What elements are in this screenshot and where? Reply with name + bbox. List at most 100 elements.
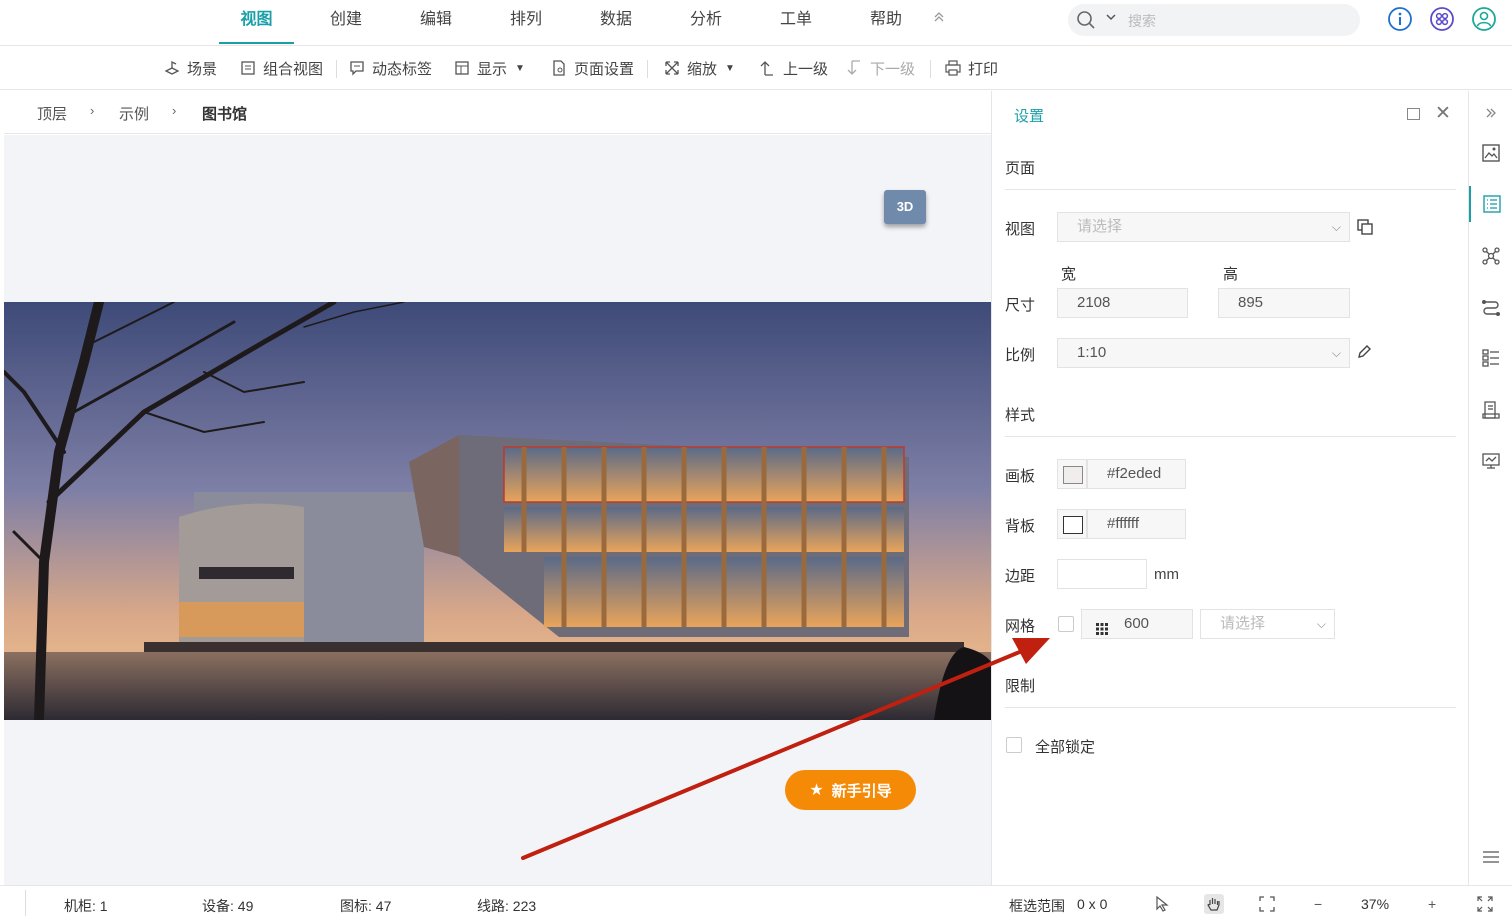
canvas-color-input[interactable]: #f2eded [1087, 459, 1186, 489]
grid-type-select[interactable]: 请选择 ⌵ [1200, 609, 1335, 639]
divider [1005, 436, 1456, 437]
scale-select[interactable]: 1:10 ⌵ [1057, 338, 1350, 368]
canvas-color-label: 画板 [1005, 468, 1036, 485]
hand-pan-icon[interactable] [1204, 894, 1224, 914]
up-level-button[interactable]: 上一级 [759, 56, 828, 80]
tag-icon [350, 61, 364, 76]
copy-icon[interactable] [1356, 218, 1374, 239]
3d-button[interactable]: 3D [884, 190, 926, 224]
combo-view-label: 组合视图 [263, 60, 324, 78]
scene-label: 场景 [187, 60, 218, 78]
height-input[interactable]: 895 [1218, 288, 1350, 318]
divider [1005, 189, 1456, 190]
scene-button[interactable]: 场景 [163, 56, 217, 80]
zoom-label: 缩放 [687, 60, 718, 78]
width-input[interactable]: 2108 [1057, 288, 1188, 318]
topology-icon[interactable] [1469, 238, 1512, 274]
tree-list-icon[interactable] [1469, 340, 1512, 376]
up-level-label: 上一级 [783, 60, 829, 78]
tab-workorder[interactable]: 工单 [766, 0, 826, 44]
beginner-guide-label: 新手引导 [831, 782, 892, 800]
zoom-level: 37% [1361, 896, 1390, 912]
image-icon[interactable] [1469, 135, 1512, 171]
caret-down-icon: ▼ [515, 62, 525, 74]
chevron-down-icon: ⌵ [1316, 617, 1326, 631]
combo-view-button[interactable]: 组合视图 [239, 56, 323, 80]
chevron-down-icon[interactable] [1106, 13, 1116, 24]
grid-size-input[interactable]: 600 [1081, 609, 1193, 639]
search-input[interactable]: 搜索 [1128, 11, 1156, 31]
width-label: 宽 [1061, 266, 1077, 283]
close-icon[interactable]: ✕ [1435, 102, 1451, 125]
margin-label: 边距 [1005, 568, 1036, 585]
app-grid-icon[interactable] [1429, 6, 1455, 32]
display-dropdown[interactable]: 显示 ▼ [453, 56, 525, 80]
margin-unit: mm [1154, 566, 1179, 583]
canvas-color-chip [1063, 466, 1083, 484]
backboard-color-input[interactable]: #ffffff [1087, 509, 1186, 539]
zoom-out-button[interactable]: − [1314, 896, 1322, 912]
canvas-color-swatch[interactable] [1057, 459, 1087, 489]
tab-help[interactable]: 帮助 [856, 0, 916, 44]
select-range-value: 0 x 0 [1077, 896, 1108, 912]
status-divider [25, 890, 26, 916]
scale-select-value: 1:10 [1077, 344, 1107, 361]
select-range-label: 框选范围 [1009, 898, 1065, 914]
list-icon[interactable] [1469, 186, 1512, 222]
tab-view[interactable]: 视图 [219, 0, 294, 44]
fit-screen-icon[interactable] [1257, 894, 1277, 914]
cabinet-count: 机柜: 1 [64, 898, 108, 914]
collapse-right-icon[interactable] [1469, 95, 1512, 131]
print-icon [945, 60, 961, 76]
lock-all-checkbox[interactable] [1006, 737, 1022, 753]
star-icon: ★ [809, 782, 824, 799]
breadcrumb-separator: › [90, 103, 95, 118]
tab-edit[interactable]: 编辑 [406, 0, 466, 44]
page-settings-button[interactable]: 页面设置 [550, 56, 634, 80]
breadcrumb-item-top[interactable]: 顶层 [37, 103, 67, 124]
section-style-title: 样式 [1005, 407, 1036, 424]
grid-label: 网格 [1005, 618, 1036, 635]
breadcrumb-item-example[interactable]: 示例 [119, 103, 149, 124]
tab-arrange[interactable]: 排列 [496, 0, 556, 44]
view-select[interactable]: 请选择 ⌵ [1057, 212, 1350, 242]
size-label: 尺寸 [1005, 297, 1036, 314]
divider [1005, 707, 1456, 708]
edit-pencil-icon[interactable] [1356, 344, 1372, 363]
info-icon[interactable] [1387, 6, 1413, 32]
zoom-dropdown[interactable]: 缩放 ▼ [663, 56, 735, 80]
fullscreen-icon[interactable] [1475, 894, 1495, 914]
tab-data[interactable]: 数据 [586, 0, 646, 44]
combo-view-icon [241, 61, 255, 75]
user-icon[interactable] [1471, 6, 1497, 32]
menu-icon[interactable] [1469, 839, 1512, 875]
page-settings-label: 页面设置 [574, 60, 635, 78]
zoom-in-button[interactable]: + [1428, 896, 1436, 912]
grid-size-value: 600 [1124, 615, 1150, 632]
view-label: 视图 [1005, 221, 1036, 238]
search-box[interactable]: 搜索 [1068, 4, 1360, 36]
maximize-icon[interactable] [1407, 108, 1420, 120]
grid-checkbox[interactable] [1058, 616, 1074, 632]
dynamic-tag-button[interactable]: 动态标签 [348, 56, 432, 80]
grid-icon [1096, 617, 1108, 645]
backboard-color-swatch[interactable] [1057, 509, 1087, 539]
down-level-button[interactable]: 下一级 [846, 56, 915, 80]
collapse-up-icon[interactable] [933, 10, 949, 30]
route-icon[interactable] [1469, 289, 1512, 325]
tab-create[interactable]: 创建 [316, 0, 376, 44]
settings-panel: 设置 ✕ 页面 视图 请选择 ⌵ 宽 高 尺寸 2108 895 比例 1:10… [991, 91, 1468, 885]
monitor-icon[interactable] [1469, 443, 1512, 479]
margin-input[interactable] [1057, 559, 1147, 589]
pointer-icon[interactable] [1152, 894, 1172, 914]
print-button[interactable]: 打印 [944, 56, 998, 80]
breadcrumb: 顶层 › 示例 › 图书馆 [4, 91, 991, 134]
report-icon[interactable] [1469, 392, 1512, 428]
beginner-guide-button[interactable]: ★ 新手引导 [785, 770, 916, 810]
tab-analysis[interactable]: 分析 [676, 0, 736, 44]
drawing-canvas[interactable]: 3D ★ 新手引导 [4, 135, 991, 885]
toolbar-divider [930, 60, 931, 78]
backboard-color-label: 背板 [1005, 518, 1036, 535]
section-limit-title: 限制 [1005, 678, 1036, 695]
search-icon[interactable] [1076, 10, 1096, 33]
